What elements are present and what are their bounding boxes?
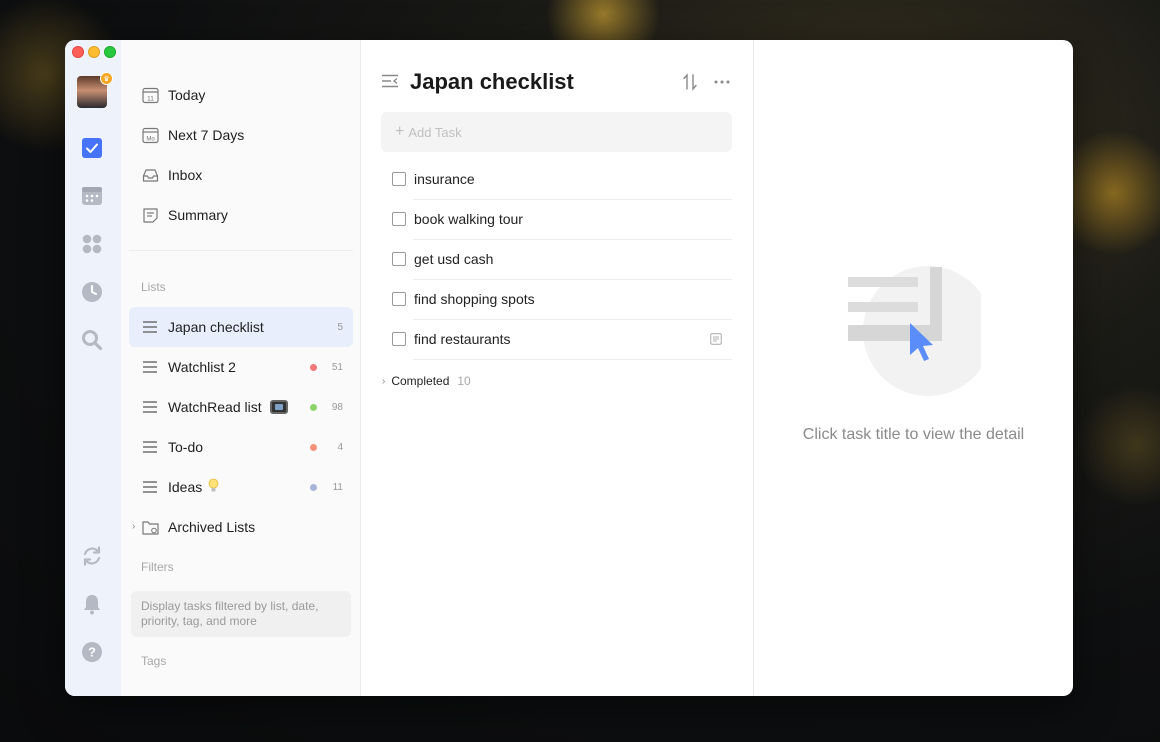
- filters-section-label: Filters: [141, 560, 174, 574]
- filters-hint-box[interactable]: Display tasks filtered by list, date, pr…: [131, 591, 351, 637]
- archived-lists-label: Archived Lists: [168, 519, 256, 535]
- icon-rail: ♛ ?: [65, 40, 121, 696]
- tags-section-label: Tags: [141, 654, 167, 668]
- detail-panel: Click task title to view the detail: [754, 40, 1073, 696]
- task-checkbox[interactable]: [392, 212, 406, 226]
- task-row[interactable]: insurance: [381, 159, 732, 199]
- chevron-right-icon: ›: [382, 375, 386, 387]
- task-title[interactable]: find shopping spots: [414, 291, 535, 307]
- sort-icon[interactable]: [682, 73, 698, 96]
- premium-crown-icon: ♛: [100, 72, 113, 85]
- completed-label: Completed: [391, 374, 450, 388]
- task-title[interactable]: find restaurants: [414, 331, 511, 347]
- calendar-week-icon: Mo: [141, 126, 159, 144]
- list-lines-icon: [141, 318, 159, 336]
- nav-today[interactable]: 11 Today: [129, 75, 353, 115]
- list-color-dot: [310, 443, 317, 451]
- empty-detail-text: Click task title to view the detail: [802, 426, 1025, 443]
- list-lines-icon: [141, 478, 159, 496]
- collapse-sidebar-icon[interactable]: [381, 74, 399, 93]
- completed-count: 10: [457, 374, 471, 388]
- task-checkbox[interactable]: [392, 252, 406, 266]
- completed-section-toggle[interactable]: › Completed 10: [382, 374, 471, 388]
- archive-folder-icon: [141, 518, 159, 536]
- add-task-placeholder: Add Task: [408, 124, 462, 140]
- list-count: 5: [337, 321, 343, 333]
- sidebar-divider: [129, 250, 353, 251]
- list-item-watchlist-2[interactable]: Watchlist 2 51: [129, 347, 353, 387]
- nav-inbox[interactable]: Inbox: [129, 155, 353, 195]
- nav-summary[interactable]: Summary: [129, 195, 353, 235]
- nav-next-7-days-label: Next 7 Days: [168, 127, 245, 143]
- nav-next-7-days[interactable]: Mo Next 7 Days: [129, 115, 353, 155]
- list-count: 4: [337, 441, 343, 453]
- list-lines-icon: [141, 438, 159, 456]
- task-title[interactable]: insurance: [414, 171, 475, 187]
- lists-section-label: Lists: [141, 280, 166, 294]
- list-color-dot: [310, 403, 317, 411]
- bell-icon[interactable]: [81, 593, 103, 615]
- nav-summary-label: Summary: [168, 207, 228, 223]
- inbox-icon: [141, 166, 159, 184]
- clock-icon[interactable]: [81, 281, 103, 303]
- list-label: Ideas: [168, 479, 203, 495]
- list-count: 51: [331, 361, 343, 373]
- lightbulb-emoji-icon: [208, 478, 219, 496]
- list-label: WatchRead list: [168, 399, 262, 415]
- tv-emoji-icon: [269, 400, 288, 414]
- list-item-watchread-list[interactable]: WatchRead list 98: [129, 387, 353, 427]
- chevron-right-icon: ›: [132, 521, 136, 532]
- task-row[interactable]: book walking tour: [381, 199, 732, 239]
- task-divider: [413, 359, 732, 360]
- list-label: Japan checklist: [168, 319, 264, 335]
- list-lines-icon: [141, 358, 159, 376]
- svg-text:11: 11: [147, 95, 154, 102]
- summary-icon: [141, 206, 159, 224]
- task-list-panel: Japan checklist + Add Task insurance boo…: [361, 40, 754, 696]
- plus-icon: +: [395, 123, 405, 140]
- list-item-to-do[interactable]: To-do 4: [129, 427, 353, 467]
- app-window: ♛ ? 11 Today Mo Next 7 Days Inbox Summar…: [65, 40, 1073, 696]
- task-checkbox[interactable]: [392, 332, 406, 346]
- calendar-icon[interactable]: [81, 185, 103, 207]
- svg-text:?: ?: [88, 645, 96, 660]
- more-options-icon[interactable]: [713, 73, 731, 96]
- nav-today-label: Today: [168, 87, 206, 103]
- task-title[interactable]: get usd cash: [414, 251, 493, 267]
- sidebar: 11 Today Mo Next 7 Days Inbox Summary Li…: [121, 40, 361, 696]
- nav-inbox-label: Inbox: [168, 167, 203, 183]
- help-icon[interactable]: ?: [81, 641, 103, 663]
- task-checkbox[interactable]: [392, 172, 406, 186]
- zoom-window-button[interactable]: [104, 46, 116, 58]
- minimize-window-button[interactable]: [88, 46, 100, 58]
- task-title[interactable]: book walking tour: [414, 211, 523, 227]
- task-checkbox[interactable]: [392, 292, 406, 306]
- list-count: 11: [332, 481, 343, 493]
- list-item-ideas[interactable]: Ideas 11: [129, 467, 353, 507]
- list-label: Watchlist 2: [168, 359, 236, 375]
- list-item-japan-checklist[interactable]: Japan checklist 5: [129, 307, 353, 347]
- add-task-input[interactable]: + Add Task: [381, 112, 732, 152]
- list-color-dot: [310, 363, 317, 371]
- sync-icon[interactable]: [81, 545, 103, 567]
- list-count: 98: [331, 401, 343, 413]
- task-row[interactable]: find restaurants: [381, 319, 732, 359]
- search-icon[interactable]: [81, 329, 103, 351]
- list-label: To-do: [168, 439, 204, 455]
- habit-grid-icon[interactable]: [81, 233, 103, 255]
- empty-detail-illustration: [846, 265, 993, 405]
- close-window-button[interactable]: [72, 46, 84, 58]
- calendar-today-icon: 11: [141, 86, 159, 104]
- list-lines-icon: [141, 398, 159, 416]
- note-icon: [710, 332, 722, 348]
- svg-text:Mo: Mo: [146, 136, 155, 142]
- tasks-checkbox-icon[interactable]: [81, 137, 103, 159]
- window-controls: [72, 46, 116, 58]
- task-row[interactable]: get usd cash: [381, 239, 732, 279]
- page-title: Japan checklist: [410, 69, 574, 94]
- task-row[interactable]: find shopping spots: [381, 279, 732, 319]
- list-color-dot: [310, 483, 317, 491]
- archived-lists[interactable]: › Archived Lists: [129, 507, 353, 547]
